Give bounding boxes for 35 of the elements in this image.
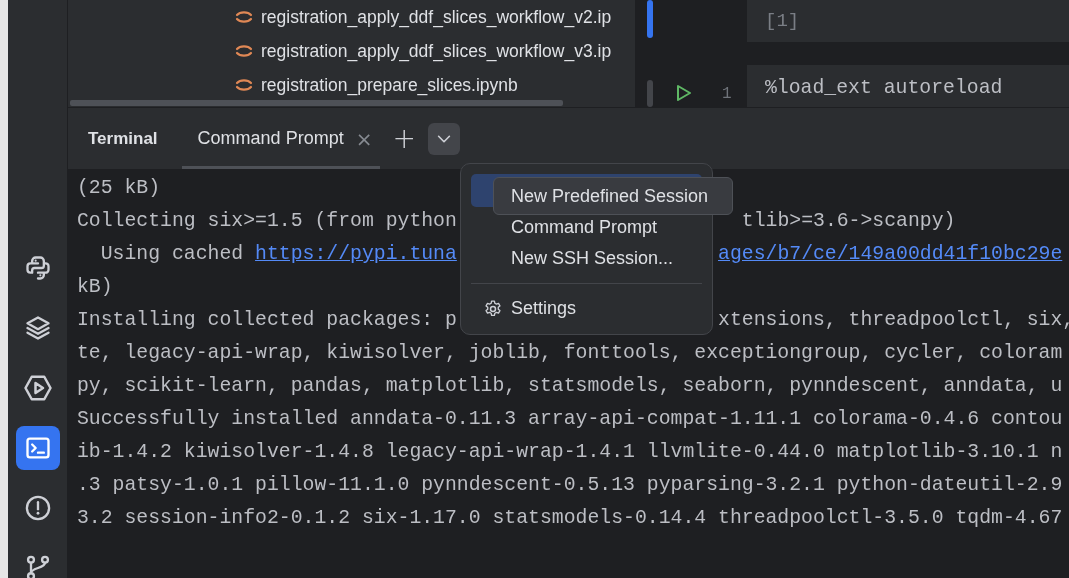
terminal-line: Successfully installed anndata-0.11.3 array-api-compat-1.11.1 colorama-0.4.6 contou	[77, 407, 1063, 432]
terminal-line: Collecting six>=1.5 (from python	[77, 209, 457, 234]
terminal-line: py, scikit-learn, pandas, matplotlib, statsmodels, seaborn, pynndescent, anndata, u	[77, 374, 1063, 399]
terminal-line: (25 kB)	[77, 176, 161, 201]
terminal-icon[interactable]	[15, 426, 60, 470]
add-tab-button[interactable]: +	[392, 124, 416, 153]
terminal-line: .3 patsy-1.0.1 pillow-11.1.0 pynndescent-0.5.13 pyparsing-3.2.1 python-dateutil-2.9	[77, 473, 1063, 498]
execution-count: [1]	[765, 10, 800, 32]
file-name[interactable]: registration_apply_ddf_slices_workflow_v3.ip	[261, 40, 612, 62]
menu-item[interactable]: Settings	[471, 292, 702, 325]
terminal-line: Using cached https://pypi.tuna	[99, 242, 457, 267]
cell-marker	[647, 0, 653, 38]
close-icon[interactable]: ×	[355, 126, 373, 151]
menu-item[interactable]: New SSH Session...	[471, 242, 702, 275]
dropdown-button[interactable]	[427, 122, 460, 155]
file-name[interactable]: registration_apply_ddf_slices_workflow_v2.ip	[261, 6, 612, 28]
terminal-line: xtensions, threadpoolctl, six,	[718, 308, 1069, 333]
terminal-line: te, legacy-api-wrap, kiwisolver, joblib, fonttools, exceptiongroup, cycler, coloram	[77, 341, 1063, 366]
terminal-line: ib-1.4.2 kiwisolver-1.4.8 legacy-api-wrap-1.4.1 llvmlite-0.44.0 matplotlib-3.10.1 n	[77, 440, 1063, 465]
code-cell[interactable]: %load_ext autoreload	[747, 65, 1069, 107]
link[interactable]: ages/b7/ce/149a00dd41f10bc29e	[718, 243, 1063, 265]
terminal-line: Installing collected packages: p	[77, 308, 457, 333]
line-number: 1	[722, 85, 732, 103]
scrollbar[interactable]	[70, 100, 563, 106]
file-name[interactable]: registration_prepare_slices.ipynb	[261, 74, 518, 96]
cell-marker	[647, 80, 653, 107]
terminal-line: kB)	[77, 275, 113, 300]
menu-item[interactable]: Command Prompt	[471, 212, 702, 242]
terminal-line: 3.2 session-info2-0.1.2 six-1.17.0 statsmodels-0.14.4 threadpoolctl-3.5.0 tqdm-4.67	[77, 506, 1063, 531]
tooltip: New Predefined Session	[493, 177, 733, 215]
settings-icon	[483, 298, 503, 319]
link[interactable]: https://pypi.tuna	[255, 243, 457, 265]
code-line: %load_ext autoreload	[765, 77, 1003, 99]
tool-window-title: Terminal	[88, 128, 158, 149]
terminal-line: tlib>=3.6->scanpy)	[741, 209, 956, 234]
